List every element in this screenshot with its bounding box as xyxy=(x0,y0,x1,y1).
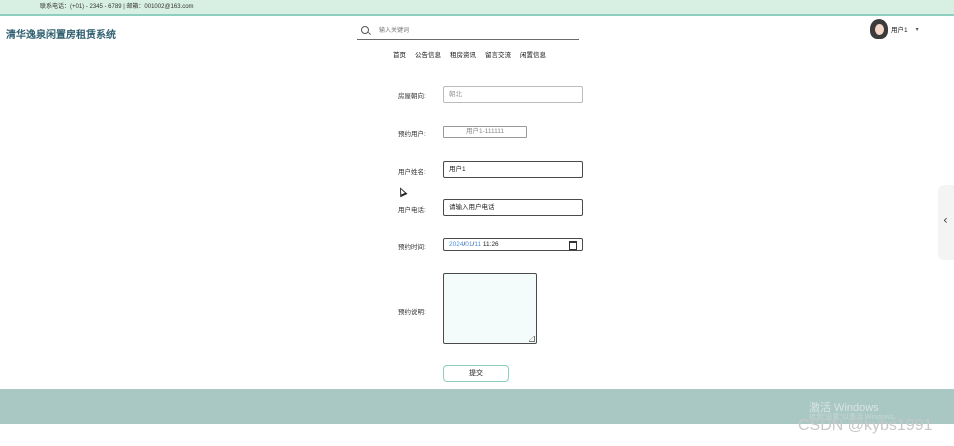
user-phone-label: 用户电话: xyxy=(398,207,426,214)
date-year: 2024 xyxy=(449,241,464,248)
booking-user-field[interactable]: 用户1-111111 xyxy=(443,126,527,138)
top-contact-bar: 联系电话：(+01) - 2345 - 6789 | 邮箱：001002@163… xyxy=(0,0,954,16)
nav-item-messages[interactable]: 留言交流 xyxy=(485,49,511,59)
user-name-field[interactable]: 用户1 xyxy=(443,161,583,178)
mouse-cursor-icon xyxy=(396,185,408,198)
side-collapse-tab[interactable]: ‹ xyxy=(938,185,954,260)
booking-user-label: 预约用户: xyxy=(398,131,426,138)
nav-item-notices[interactable]: 公告信息 xyxy=(415,49,441,59)
user-name[interactable]: 用户1 xyxy=(891,24,908,34)
site-title[interactable]: 清华逸泉闲置房租赁系统 xyxy=(6,26,116,41)
search-bar[interactable] xyxy=(357,24,579,40)
booking-note-textarea[interactable] xyxy=(443,273,537,344)
search-icon[interactable] xyxy=(361,26,369,34)
nav-item-home[interactable]: 首页 xyxy=(393,49,406,59)
avatar[interactable] xyxy=(870,19,888,39)
user-name-label: 用户姓名: xyxy=(398,169,426,176)
main-nav: 首页 公告信息 租房资讯 留言交流 闲置信息 xyxy=(393,49,546,59)
date-month: 01 xyxy=(465,241,473,248)
orientation-label: 房屋朝向: xyxy=(398,93,426,100)
contact-info: 联系电话：(+01) - 2345 - 6789 | 邮箱：001002@163… xyxy=(40,4,194,10)
user-menu[interactable]: 用户1 ▾ xyxy=(870,18,919,40)
nav-item-rental-news[interactable]: 租房资讯 xyxy=(450,49,476,59)
nav-item-idle-info[interactable]: 闲置信息 xyxy=(520,49,546,59)
chevron-down-icon[interactable]: ▾ xyxy=(916,26,919,33)
chevron-left-icon[interactable]: ‹ xyxy=(943,213,948,227)
booking-time-field[interactable]: 2024/01/11 11:26 xyxy=(443,238,583,251)
booking-time-label: 预约时间: xyxy=(398,244,426,251)
orientation-field[interactable]: 朝北 xyxy=(443,86,583,103)
user-phone-field[interactable]: 请输入用户电话 xyxy=(443,199,583,216)
booking-note-label: 预约说明: xyxy=(398,309,426,316)
submit-button[interactable]: 提交 xyxy=(443,365,509,382)
csdn-watermark: CSDN @kybs1991 xyxy=(798,417,933,434)
date-time: 11:26 xyxy=(481,241,499,248)
search-input[interactable] xyxy=(379,25,559,37)
calendar-icon[interactable] xyxy=(569,241,577,250)
